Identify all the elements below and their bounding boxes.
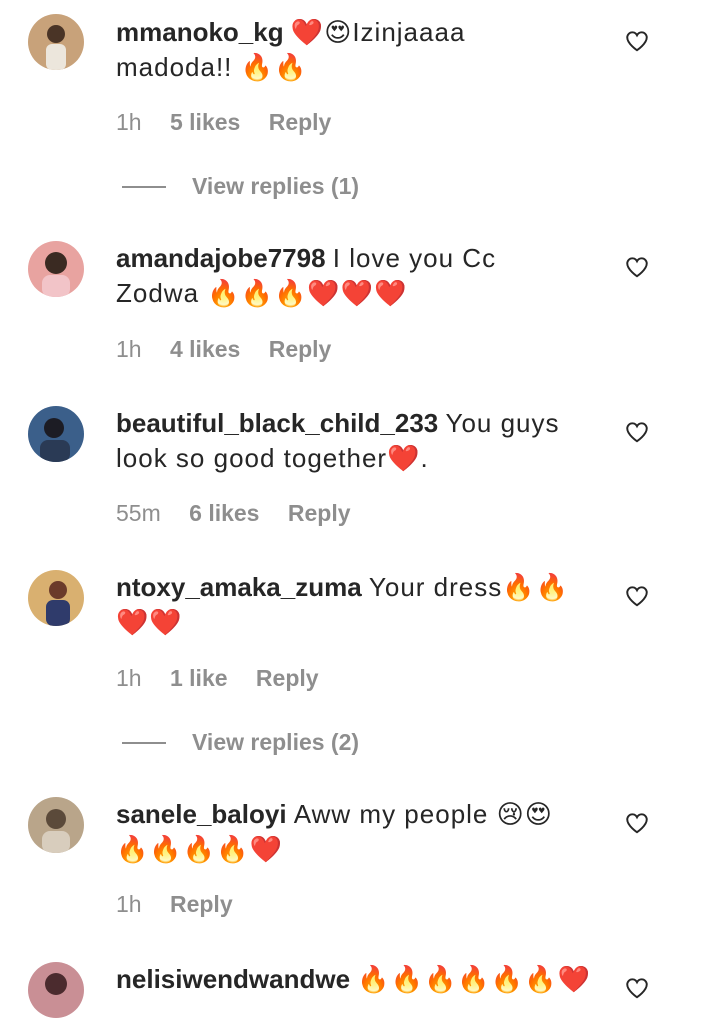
avatar[interactable] [28, 797, 84, 853]
comment-username[interactable]: sanele_baloyi [116, 799, 287, 829]
comment-username[interactable]: mmanoko_kg [116, 17, 284, 47]
comments-list: mmanoko_kg ❤️😍Izinjaaaa madoda!! 🔥🔥 1h 5… [0, 0, 720, 1018]
replies-divider [122, 185, 166, 188]
heart-outline-icon [626, 978, 648, 999]
like-button[interactable] [624, 419, 650, 445]
avatar[interactable] [28, 14, 84, 70]
view-replies-label: View replies (2) [192, 729, 360, 755]
comment-time: 1h [116, 665, 142, 691]
avatar-image [28, 962, 84, 1018]
reply-button[interactable]: Reply [288, 500, 351, 526]
comment-likes[interactable]: 4 likes [170, 336, 240, 362]
comment-text: mmanoko_kg ❤️😍Izinjaaaa madoda!! 🔥🔥 [116, 15, 586, 85]
comment-time: 1h [116, 336, 142, 362]
avatar-image [28, 14, 84, 70]
comment-meta: 1h Reply [116, 891, 255, 918]
comment-meta: 1h 1 like Reply [116, 665, 341, 692]
comment-text: beautiful_black_child_233 You guys look … [116, 406, 586, 476]
avatar[interactable] [28, 962, 84, 1018]
comment-text: sanele_baloyi Aww my people 😢😍🔥🔥🔥🔥❤️ [116, 797, 586, 867]
avatar-image [28, 570, 84, 626]
comment-username[interactable]: nelisiwendwandwe [116, 964, 350, 994]
comment-text: amandajobe7798 I love you Cc Zodwa 🔥🔥🔥❤️… [116, 241, 586, 311]
comment-likes[interactable]: 5 likes [170, 109, 240, 135]
reply-button[interactable]: Reply [256, 665, 319, 691]
comment-meta: 1h 5 likes Reply [116, 109, 353, 136]
comment-likes[interactable]: 6 likes [189, 500, 259, 526]
comment-time: 1h [116, 891, 142, 917]
heart-outline-icon [626, 586, 648, 607]
comment-text: nelisiwendwandwe 🔥🔥🔥🔥🔥🔥❤️ [116, 962, 590, 997]
heart-outline-icon [626, 813, 648, 834]
view-replies-button[interactable]: View replies (2) [122, 729, 359, 756]
avatar[interactable] [28, 570, 84, 626]
avatar-image [28, 241, 84, 297]
heart-outline-icon [626, 257, 648, 278]
heart-outline-icon [626, 31, 648, 52]
like-button[interactable] [624, 583, 650, 609]
reply-button[interactable]: Reply [269, 109, 332, 135]
avatar[interactable] [28, 241, 84, 297]
comment-username[interactable]: amandajobe7798 [116, 243, 326, 273]
comment-body: 🔥🔥🔥🔥🔥🔥❤️ [357, 964, 591, 994]
view-replies-button[interactable]: View replies (1) [122, 173, 359, 200]
comment-meta: 55m 6 likes Reply [116, 500, 373, 527]
like-button[interactable] [624, 810, 650, 836]
view-replies-label: View replies (1) [192, 173, 360, 199]
replies-divider [122, 741, 166, 744]
comment-time: 1h [116, 109, 142, 135]
comment-username[interactable]: beautiful_black_child_233 [116, 408, 438, 438]
avatar[interactable] [28, 406, 84, 462]
like-button[interactable] [624, 28, 650, 54]
heart-outline-icon [626, 422, 648, 443]
comment-username[interactable]: ntoxy_amaka_zuma [116, 572, 362, 602]
comment-likes[interactable]: 1 like [170, 665, 228, 691]
avatar-image [28, 406, 84, 462]
comment-text: ntoxy_amaka_zuma Your dress🔥🔥❤️❤️ [116, 570, 586, 640]
like-button[interactable] [624, 254, 650, 280]
reply-button[interactable]: Reply [269, 336, 332, 362]
comment-meta: 1h 4 likes Reply [116, 336, 353, 363]
avatar-image [28, 797, 84, 853]
reply-button[interactable]: Reply [170, 891, 233, 917]
like-button[interactable] [624, 975, 650, 1001]
comment-time: 55m [116, 500, 161, 526]
